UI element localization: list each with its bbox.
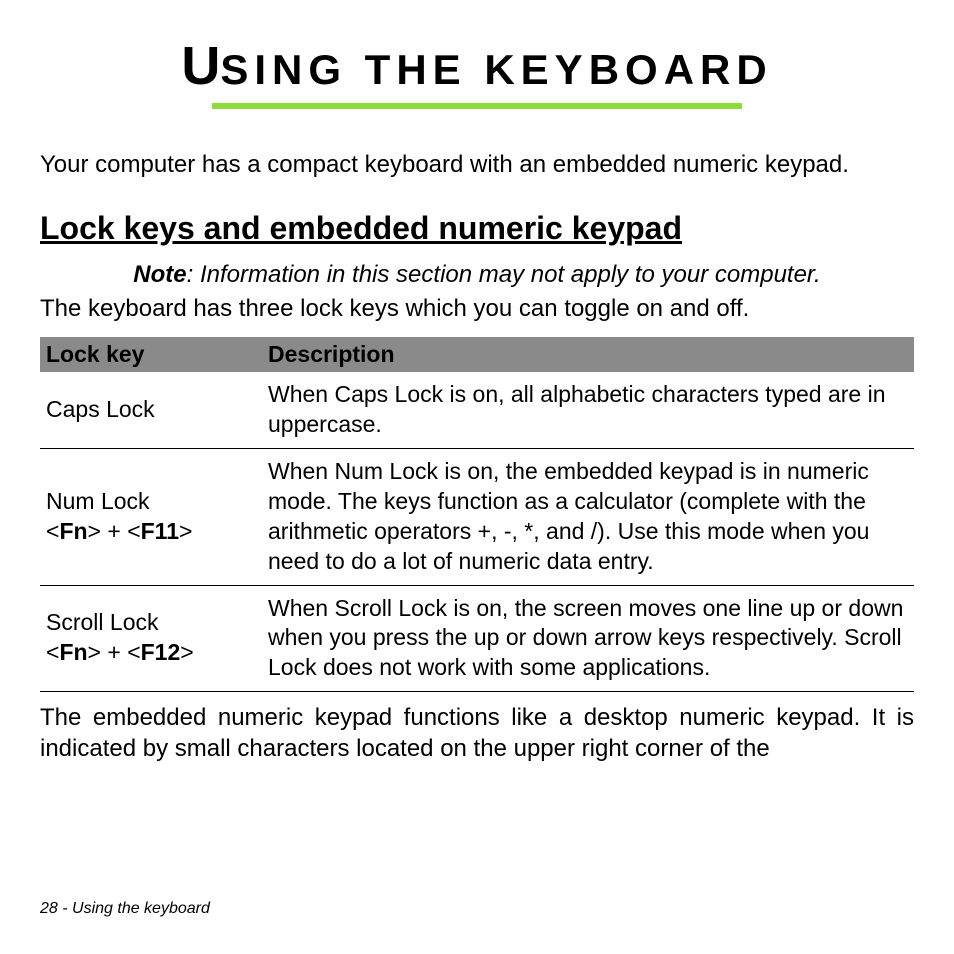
table-row: Caps LockWhen Caps Lock is on, all alpha… (40, 372, 914, 448)
table-header-lock-key: Lock key (40, 337, 262, 372)
page-footer: 28 - Using the keyboard (40, 900, 210, 918)
intro-paragraph: Your computer has a compact keyboard wit… (40, 149, 914, 180)
table-header-description: Description (262, 337, 914, 372)
note-label: Note (133, 261, 186, 288)
note-line: Note: Information in this section may no… (40, 261, 914, 289)
table-cell-lock-key: Caps Lock (40, 372, 262, 448)
section-heading: Lock keys and embedded numeric keypad (40, 210, 914, 247)
lock-keys-table: Lock key Description Caps LockWhen Caps … (40, 337, 914, 692)
note-text: : Information in this section may not ap… (187, 261, 821, 288)
after-table-paragraph: The embedded numeric keypad functions li… (40, 702, 914, 764)
table-row: Num Lock<Fn> + <F11>When Num Lock is on,… (40, 448, 914, 585)
table-row: Scroll Lock<Fn> + <F12>When Scroll Lock … (40, 585, 914, 692)
page: USING THE KEYBOARD Your computer has a c… (0, 0, 954, 954)
table-header-row: Lock key Description (40, 337, 914, 372)
table-cell-description: When Num Lock is on, the embedded keypad… (262, 448, 914, 585)
table-cell-description: When Scroll Lock is on, the screen moves… (262, 585, 914, 692)
page-title: USING THE KEYBOARD (40, 35, 914, 97)
title-underline (212, 103, 742, 109)
title-first-letter: U (181, 36, 220, 96)
lead-paragraph: The keyboard has three lock keys which y… (40, 295, 914, 323)
table-cell-lock-key: Scroll Lock<Fn> + <F12> (40, 585, 262, 692)
table-cell-description: When Caps Lock is on, all alphabetic cha… (262, 372, 914, 448)
title-rest: SING THE KEYBOARD (220, 46, 772, 93)
table-cell-lock-key: Num Lock<Fn> + <F11> (40, 448, 262, 585)
